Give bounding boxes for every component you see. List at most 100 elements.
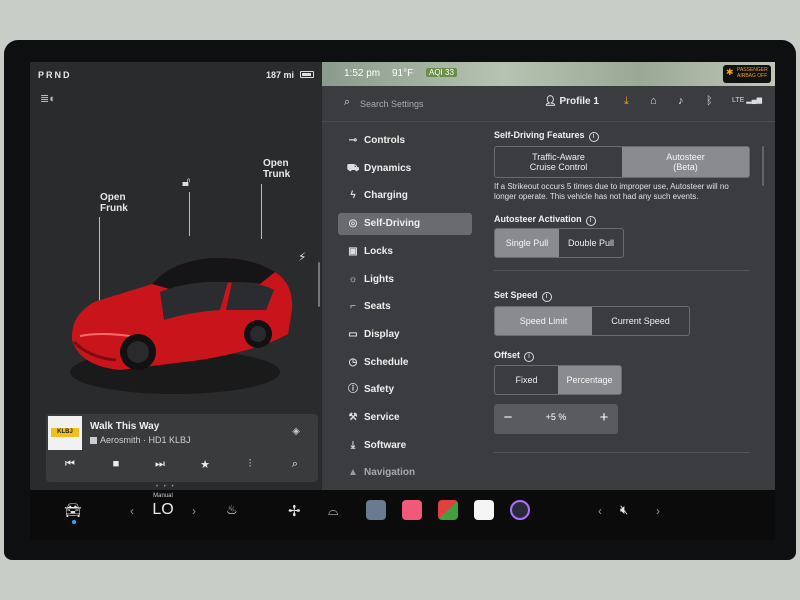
feature-option-1[interactable]: Autosteer (Beta) [622, 147, 749, 177]
steering-wheel-icon: ◎ [348, 218, 358, 230]
outside-temp: 91°F [392, 68, 414, 79]
open-trunk-button[interactable]: Open Trunk [263, 158, 290, 180]
temp-up-button[interactable]: › [192, 504, 196, 518]
media-search-icon[interactable]: ⌕ [285, 458, 305, 471]
temp-down-button[interactable]: ‹ [130, 504, 134, 518]
album-art: KLBJ [48, 416, 82, 450]
features-heading: Self-Driving Features i [494, 130, 599, 142]
sidebar-item-dynamics[interactable]: ⛟ Dynamics [338, 158, 472, 180]
download-icon[interactable]: ⤓ [624, 95, 629, 108]
defrost-icon[interactable]: ⌓ [328, 503, 338, 519]
section-divider [494, 452, 750, 453]
info-icon[interactable]: i [588, 132, 599, 142]
media-source-icon[interactable]: ◈ [292, 426, 300, 437]
bluetooth-icon[interactable]: ᛒ [706, 95, 713, 107]
search-icon: ⌕ [344, 96, 351, 108]
unlock-icon[interactable]: 🔓︎ [182, 174, 190, 190]
autopilot-app-icon[interactable] [366, 500, 386, 520]
notification-bell-icon[interactable]: ♪ [678, 95, 684, 107]
skip-next-icon[interactable]: ⏭︎ [150, 458, 170, 471]
sidebar-item-self-driving[interactable]: ◎ Self-Driving [338, 213, 472, 236]
stop-icon[interactable]: ■ [106, 458, 126, 470]
equalizer-icon[interactable]: ⫶ [240, 458, 260, 471]
airbag-icon: ✱ [726, 67, 734, 77]
sidebar-item-lights[interactable]: ☼ Lights [338, 269, 472, 291]
display-icon: ▭ [348, 328, 358, 340]
bottom-dock: 🚘︎ ‹ Manual LO › ♨ ✢ ⌓ ‹ 🔇︎ › [30, 490, 775, 540]
sidebar-item-label: Dynamics [364, 162, 412, 174]
section-divider [494, 270, 750, 271]
sidebar-item-label: Service [364, 412, 400, 423]
sidebar-item-charging[interactable]: ϟ Charging [338, 185, 472, 207]
sidebar-item-label: Lights [364, 273, 394, 285]
climate-mode-label: Manual [153, 493, 173, 499]
trunk-callout-line [261, 184, 262, 239]
clock-icon: ◷ [348, 356, 358, 368]
volume-down-button[interactable]: ‹ [598, 504, 602, 518]
clock: 1:52 pm [344, 68, 381, 79]
open-frunk-button[interactable]: Open Frunk [100, 192, 128, 214]
map-strip[interactable]: 1:52 pm 91°F AQI 33 ✱ PASSENGER AIRBAG O… [322, 62, 775, 86]
song-title: Walk This Way [90, 421, 160, 432]
music-app-icon[interactable] [402, 500, 422, 520]
strikeout-note: If a Strikeout occurs 5 times due to imp… [494, 182, 729, 201]
search-settings-input[interactable] [360, 96, 480, 112]
seat-heater-icon[interactable]: ♨ [226, 502, 238, 518]
set-speed-option-1[interactable]: Current Speed [592, 307, 689, 335]
lock-icon: ▣ [348, 245, 358, 257]
set-speed-title: Set Speed [494, 290, 538, 300]
feature-option-0[interactable]: Traffic-Aware Cruise Control [495, 147, 622, 177]
activation-heading: Autosteer Activation i [494, 214, 596, 226]
car-icon[interactable]: 🚘︎ [64, 502, 82, 519]
sidebar-item-seats[interactable]: ⌐ Seats [338, 296, 472, 318]
sidebar-item-software[interactable]: ⤓ Software [338, 435, 472, 457]
profile-button[interactable]: 👤︎ Profile 1 [544, 96, 599, 107]
source-icon [90, 437, 97, 444]
sidebar-item-service[interactable]: ⚒ Service [338, 407, 472, 429]
album-logo: KLBJ [51, 428, 79, 437]
sidebar-item-label: Safety [364, 384, 395, 396]
artist-line: Aerosmith · HD1 KLBJ [90, 435, 191, 445]
media-player[interactable]: KLBJ Walk This Way Aerosmith · HD1 KLBJ … [46, 414, 318, 482]
light-icon: ☼ [348, 273, 358, 285]
offset-option-0[interactable]: Fixed [495, 366, 558, 394]
sidebar-item-safety[interactable]: ⓘ Safety [338, 379, 472, 401]
activation-option-0[interactable]: Single Pull [495, 229, 559, 257]
sidebar-item-controls[interactable]: ⊸ Controls [338, 130, 472, 152]
features-title: Self-Driving Features [494, 130, 585, 140]
seat-icon: ⌐ [350, 301, 356, 313]
car-pane-scroll [318, 262, 320, 307]
lte-label: LTE [732, 97, 745, 104]
sidebar-item-navigation[interactable]: ▲ Navigation [338, 462, 472, 484]
headlight-icon[interactable]: ≣◐ [40, 92, 56, 105]
settings-pane: ⌕ 👤︎ Profile 1 ⤓ ⌂ ♪ ᛒ LTE ▂▄▆ ⊸ Controls… [322, 86, 775, 490]
offset-title: Offset [494, 350, 521, 360]
info-icon[interactable]: i [524, 352, 535, 362]
battery-icon [300, 71, 314, 78]
set-speed-option-0[interactable]: Speed Limit [495, 307, 592, 335]
sidebar-item-display[interactable]: ▭ Display [338, 324, 472, 346]
mute-icon[interactable]: 🔇︎ [620, 502, 628, 518]
notes-app-icon[interactable] [474, 500, 494, 520]
cabin-temp[interactable]: LO [148, 501, 178, 519]
garage-icon[interactable]: ⌂ [650, 95, 657, 107]
sidebar-item-schedule[interactable]: ◷ Schedule [338, 352, 472, 374]
info-icon[interactable]: i [585, 216, 596, 226]
skip-previous-icon[interactable]: ⏮︎ [60, 458, 80, 471]
sidebar-item-locks[interactable]: ▣ Locks [338, 241, 472, 263]
camera-app-icon[interactable] [510, 500, 530, 520]
info-icon[interactable]: i [541, 292, 552, 302]
settings-scrollbar[interactable] [762, 146, 764, 186]
display-screen: PRND 187 mi ≣◐ Open Frunk Open Trunk 🔓︎ … [30, 62, 775, 540]
toybox-app-icon[interactable] [438, 500, 458, 520]
fan-icon[interactable]: ✢ [288, 502, 301, 520]
increase-offset-button[interactable]: + [594, 409, 614, 426]
toggle-icon: ⊸ [348, 135, 358, 146]
activation-option-1[interactable]: Double Pull [559, 229, 623, 257]
favorite-star-icon[interactable]: ★ [195, 458, 215, 471]
airbag-line-2: AIRBAG OFF [737, 73, 768, 79]
safety-icon: ⓘ [348, 384, 358, 396]
offset-stepper: − +5 % + [494, 404, 618, 434]
offset-option-1[interactable]: Percentage [558, 366, 621, 394]
volume-up-button[interactable]: › [656, 504, 660, 518]
